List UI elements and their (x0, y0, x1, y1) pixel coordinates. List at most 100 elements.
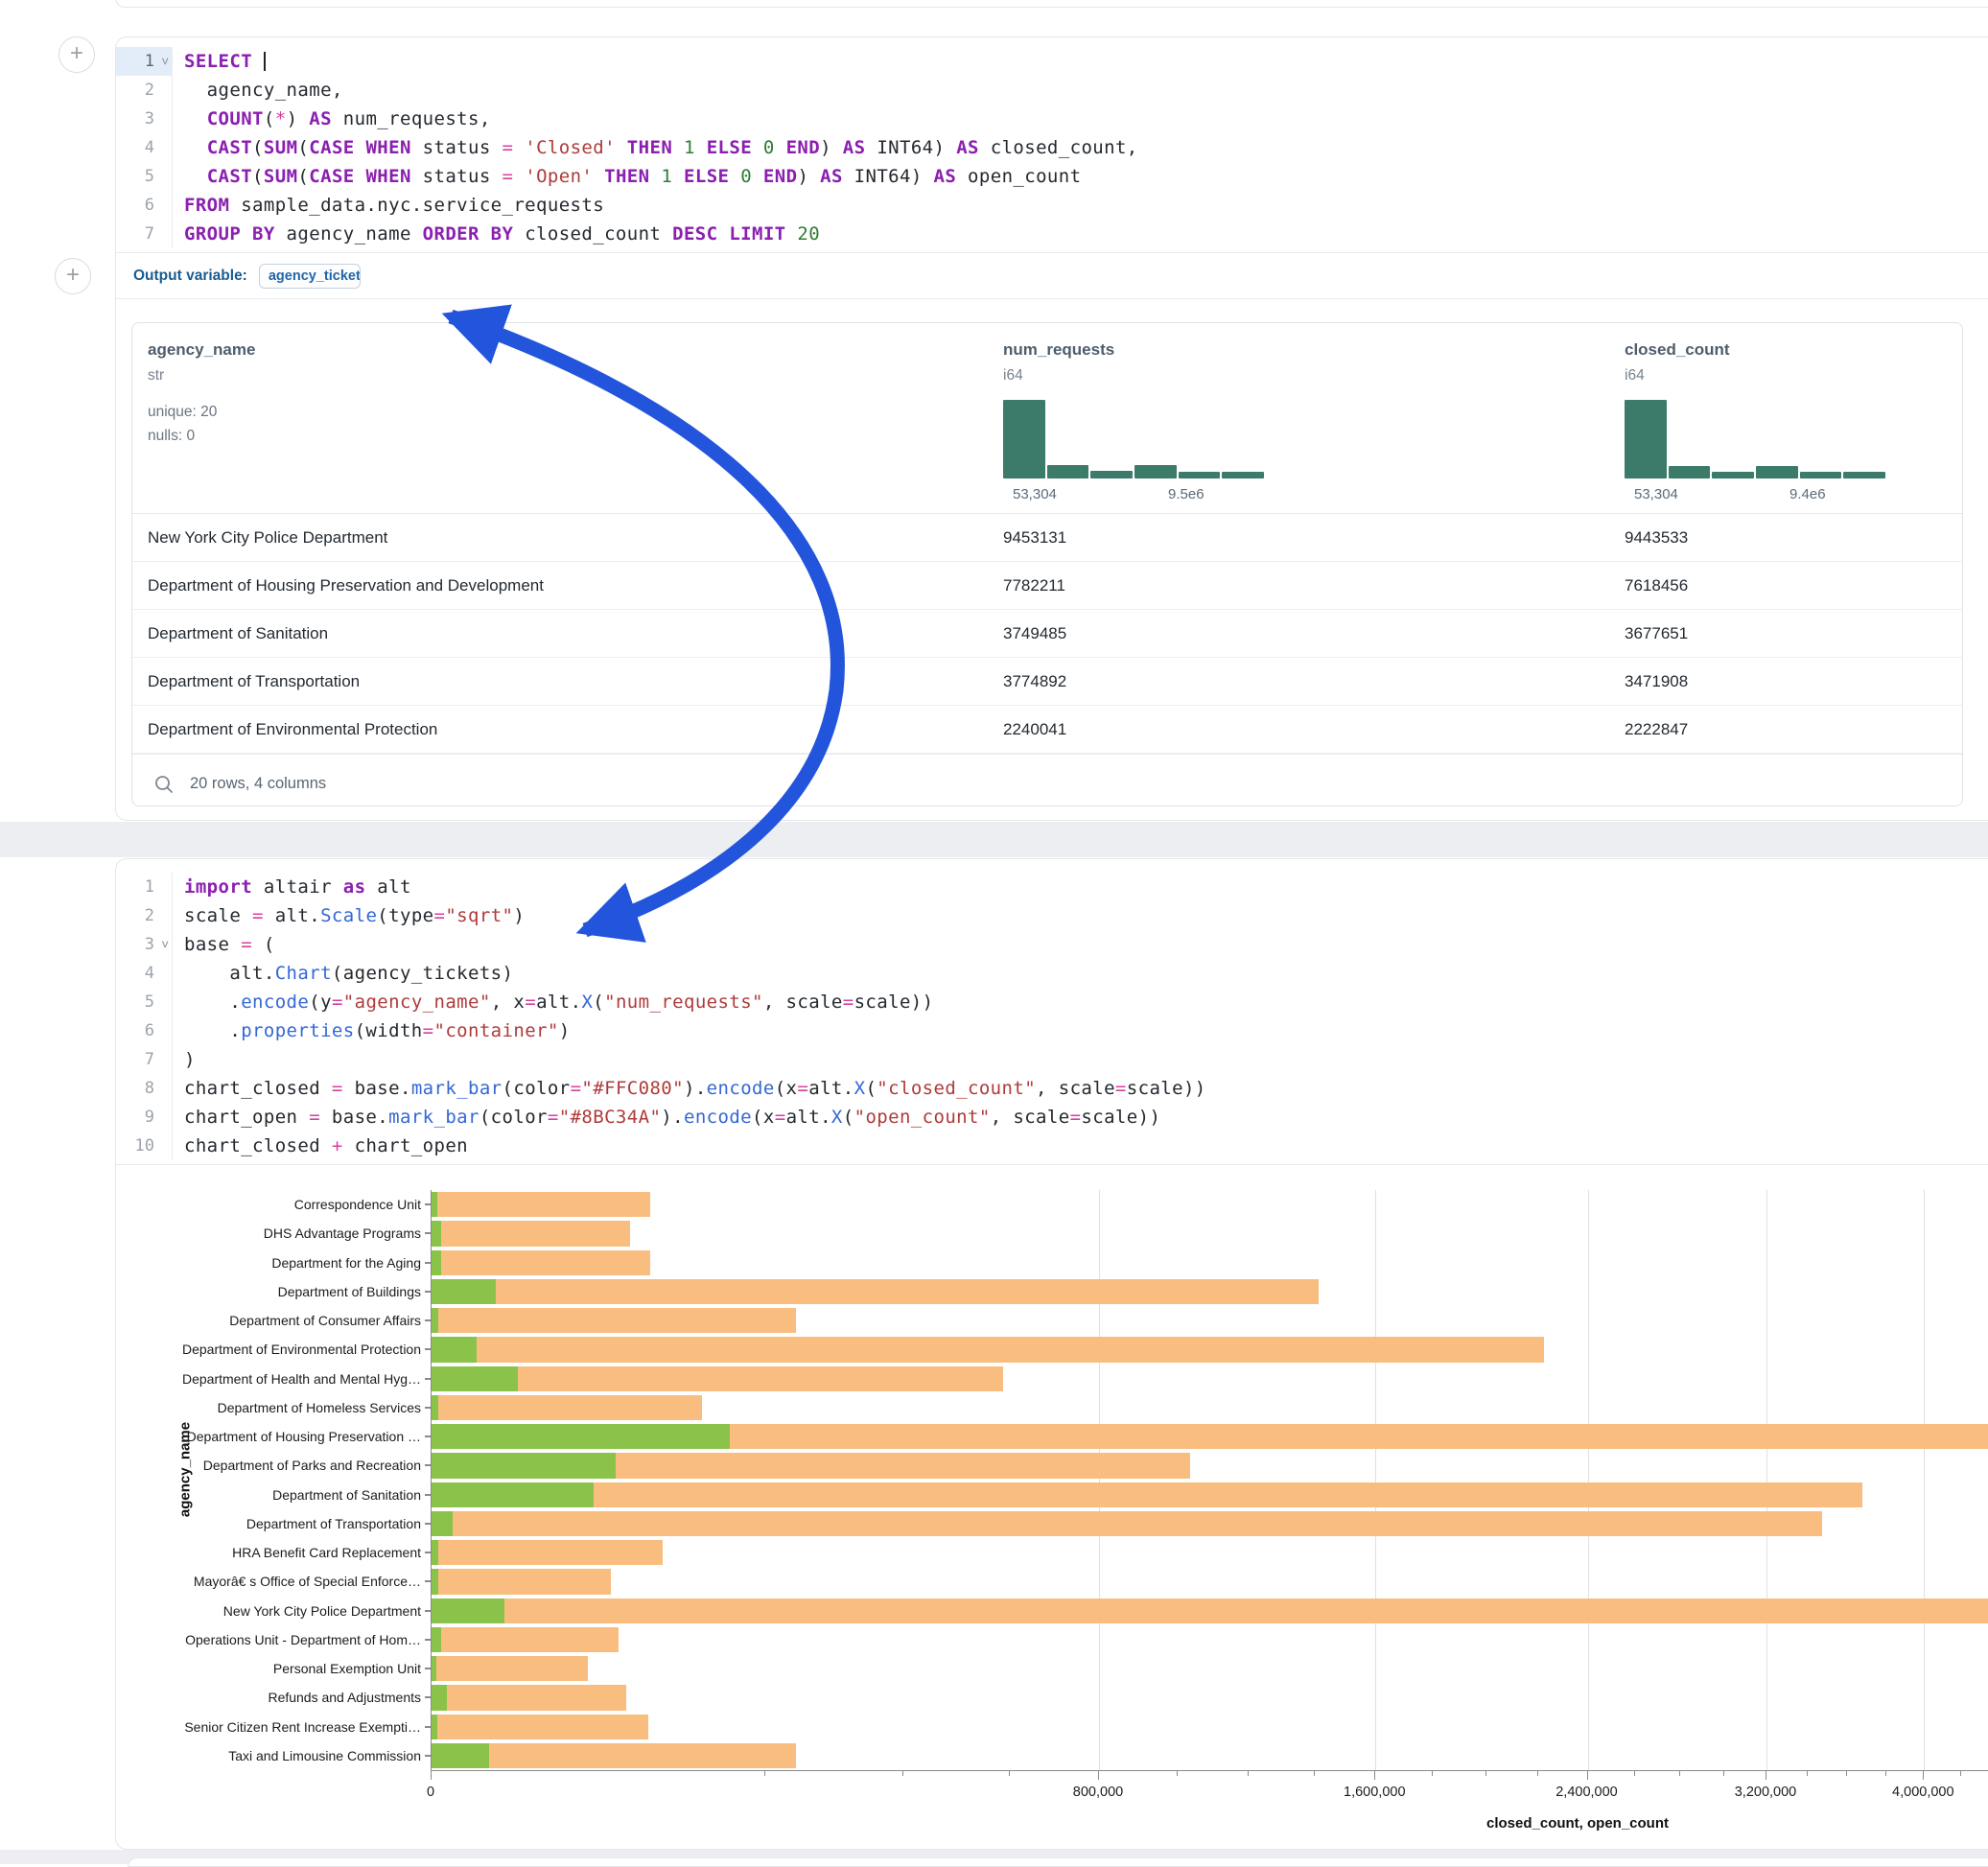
bar-open-count[interactable] (432, 1395, 438, 1420)
code-line[interactable]: 2scale = alt.Scale(type="sqrt") (116, 901, 1988, 930)
code-line[interactable]: 3>base = ( (116, 930, 1988, 959)
bar-open-count[interactable] (432, 1656, 436, 1681)
code-line[interactable]: 6 .properties(width="container") (116, 1016, 1988, 1045)
altair-chart: agency_name Correspondence UnitDHS Advan… (116, 1164, 1988, 1849)
bar-closed-count[interactable] (432, 1627, 619, 1652)
bar-open-count[interactable] (432, 1715, 437, 1739)
code-line[interactable]: 7GROUP BY agency_name ORDER BY closed_co… (116, 220, 1988, 248)
code-line[interactable]: 5 CAST(SUM(CASE WHEN status = 'Open' THE… (116, 162, 1988, 191)
python-code-editor[interactable]: 1import altair as alt2scale = alt.Scale(… (116, 859, 1988, 1160)
bar-closed-count[interactable] (432, 1337, 1544, 1362)
bar-closed-count[interactable] (432, 1308, 796, 1333)
bar-closed-count[interactable] (432, 1540, 663, 1565)
y-axis-label: HRA Benefit Card Replacement (232, 1545, 421, 1560)
bar-row (432, 1422, 1976, 1451)
code-text: chart_open = base.mark_bar(color="#8BC34… (172, 1103, 1988, 1132)
next-cell-edge (128, 1857, 1988, 1867)
x-minor-tick (1807, 1771, 1808, 1776)
table-row[interactable]: Department of Sanitation37494853677651 (132, 610, 1962, 658)
bar-open-count[interactable] (432, 1599, 504, 1623)
bar-row (432, 1509, 1976, 1538)
search-icon[interactable] (153, 774, 175, 795)
code-text: chart_closed + chart_open (172, 1132, 1988, 1160)
sql-code-editor[interactable]: 1>SELECT 2 agency_name,3 COUNT(*) AS num… (116, 37, 1988, 248)
line-number: 7 (116, 1045, 172, 1074)
bar-open-count[interactable] (432, 1511, 453, 1536)
y-axis-label: Operations Unit - Department of Hom… (185, 1632, 421, 1647)
x-minor-tick (1537, 1771, 1538, 1776)
add-cell-button[interactable]: + (55, 258, 91, 294)
cell-gap (0, 822, 1988, 857)
code-line[interactable]: 3 COUNT(*) AS num_requests, (116, 105, 1988, 133)
histogram-bar (1800, 472, 1842, 478)
bar-closed-count[interactable] (432, 1279, 1319, 1304)
y-axis-label: Department of Homeless Services (218, 1400, 421, 1415)
output-variable-pill[interactable]: agency_tickets (259, 264, 361, 289)
code-line[interactable]: 9chart_open = base.mark_bar(color="#8BC3… (116, 1103, 1988, 1132)
bar-open-count[interactable] (432, 1308, 438, 1333)
column-header[interactable]: agency_namestrunique: 20nulls: 0 (132, 323, 988, 513)
code-text: COUNT(*) AS num_requests, (172, 105, 1988, 133)
bar-closed-count[interactable] (432, 1656, 588, 1681)
bar-open-count[interactable] (432, 1424, 730, 1449)
bar-open-count[interactable] (432, 1569, 438, 1594)
bar-open-count[interactable] (432, 1743, 489, 1768)
table-cell: 3471908 (1609, 658, 1962, 705)
bar-open-count[interactable] (432, 1453, 616, 1478)
x-minor-tick (902, 1771, 903, 1776)
bar-open-count[interactable] (432, 1366, 518, 1391)
code-line[interactable]: 5 .encode(y="agency_name", x=alt.X("num_… (116, 988, 1988, 1016)
bar-closed-count[interactable] (432, 1569, 611, 1594)
x-axis-label: 800,000 (1073, 1785, 1123, 1800)
bar-open-count[interactable] (432, 1279, 496, 1304)
bar-closed-count[interactable] (432, 1599, 1988, 1623)
output-variable-label: Output variable: (133, 268, 247, 285)
row-count-label: 20 rows, 4 columns (190, 775, 326, 793)
y-axis-label: DHS Advantage Programs (264, 1225, 421, 1241)
table-row[interactable]: Department of Transportation377489234719… (132, 658, 1962, 706)
bar-closed-count[interactable] (432, 1685, 626, 1710)
code-line[interactable]: 7) (116, 1045, 1988, 1074)
bar-closed-count[interactable] (432, 1511, 1822, 1536)
bar-closed-count[interactable] (432, 1221, 630, 1246)
bar-closed-count[interactable] (432, 1715, 648, 1739)
code-line[interactable]: 8chart_closed = base.mark_bar(color="#FF… (116, 1074, 1988, 1103)
bar-open-count[interactable] (432, 1685, 447, 1710)
bar-closed-count[interactable] (432, 1192, 650, 1217)
code-line[interactable]: 6FROM sample_data.nyc.service_requests (116, 191, 1988, 220)
python-cell-panel: 1import altair as alt2scale = alt.Scale(… (115, 858, 1988, 1850)
fold-chevron-icon[interactable]: > (156, 937, 172, 952)
code-line[interactable]: 4 CAST(SUM(CASE WHEN status = 'Closed' T… (116, 133, 1988, 162)
code-line[interactable]: 4 alt.Chart(agency_tickets) (116, 959, 1988, 988)
table-row[interactable]: Department of Environmental Protection22… (132, 706, 1962, 754)
bar-open-count[interactable] (432, 1627, 441, 1652)
bar-closed-count[interactable] (432, 1482, 1862, 1507)
code-line[interactable]: 10chart_closed + chart_open (116, 1132, 1988, 1160)
bar-open-count[interactable] (432, 1221, 441, 1246)
bar-row (432, 1683, 1976, 1712)
fold-chevron-icon[interactable]: > (156, 54, 172, 69)
bar-row (432, 1277, 1976, 1306)
code-line[interactable]: 1import altair as alt (116, 873, 1988, 901)
line-number: 7 (116, 220, 172, 248)
histogram-bar (1669, 466, 1711, 478)
code-text: agency_name, (172, 76, 1988, 105)
bar-closed-count[interactable] (432, 1250, 650, 1275)
bar-open-count[interactable] (432, 1482, 594, 1507)
bar-open-count[interactable] (432, 1250, 441, 1275)
table-row[interactable]: New York City Police Department945313194… (132, 514, 1962, 562)
table-cell: New York City Police Department (132, 514, 988, 561)
code-line[interactable]: 1>SELECT (116, 47, 1988, 76)
column-header[interactable]: num_requestsi6453,3049.5e6 (988, 323, 1609, 513)
column-header[interactable]: closed_counti6453,3049.4e6 (1609, 323, 1962, 513)
code-text: import altair as alt (172, 873, 1988, 901)
bar-open-count[interactable] (432, 1192, 437, 1217)
x-minor-tick (1679, 1771, 1680, 1776)
code-line[interactable]: 2 agency_name, (116, 76, 1988, 105)
histogram-bar (1134, 465, 1177, 478)
table-row[interactable]: Department of Housing Preservation and D… (132, 562, 1962, 610)
add-cell-button[interactable]: + (58, 36, 95, 73)
bar-closed-count[interactable] (432, 1395, 702, 1420)
bar-open-count[interactable] (432, 1540, 438, 1565)
bar-open-count[interactable] (432, 1337, 477, 1362)
